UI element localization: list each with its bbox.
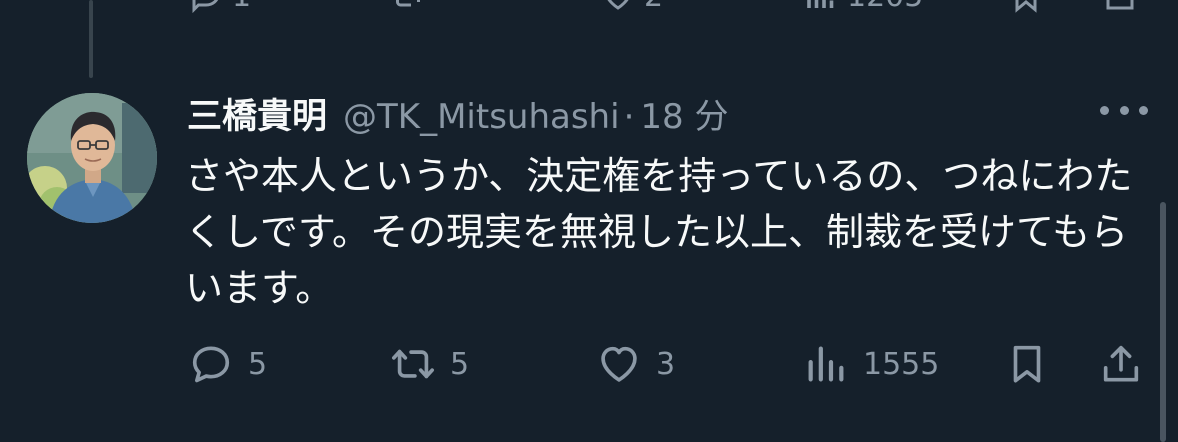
share-icon xyxy=(1103,345,1139,382)
thread-line xyxy=(89,0,93,78)
like-button[interactable]: 3 xyxy=(596,336,675,392)
reply-icon xyxy=(192,0,219,14)
retweet-button[interactable]: 5 xyxy=(390,336,469,392)
view-count: 1555 xyxy=(863,346,940,382)
reply-button[interactable]: 5 xyxy=(188,336,267,392)
reply-count: 5 xyxy=(248,346,268,382)
views-icon xyxy=(807,0,834,8)
tweet-actions: 5 5 3 1555 xyxy=(0,336,1178,392)
prev-like-count: 2 xyxy=(644,0,663,14)
tweet-text: さや本人というか、決定権を持っているの、つねにわたくしです。その現実を無視した以… xyxy=(185,154,1133,310)
retweet-icon xyxy=(392,349,434,379)
scrollbar[interactable] xyxy=(1160,202,1166,442)
bookmark-icon xyxy=(1013,345,1041,383)
retweet-icon xyxy=(396,0,420,7)
prev-view-count: 1205 xyxy=(847,0,923,14)
more-icon xyxy=(1100,105,1109,115)
views-button[interactable]: 1555 xyxy=(803,336,939,392)
share-icon xyxy=(1106,0,1134,10)
share-button[interactable] xyxy=(1098,336,1144,392)
views-icon xyxy=(808,346,844,382)
prev-share-button[interactable] xyxy=(1102,0,1138,14)
prev-bookmark-button[interactable] xyxy=(1008,0,1044,14)
more-options-button[interactable] xyxy=(1100,100,1148,120)
prev-views-button[interactable]: 1205 xyxy=(803,0,923,14)
prev-reply-button[interactable]: 1 xyxy=(188,0,251,14)
tweet-timestamp[interactable]: 18 分 xyxy=(640,89,728,138)
reply-icon xyxy=(192,346,230,383)
tweet-timeline: 1 2 1205 xyxy=(0,0,1178,442)
bookmark-button[interactable] xyxy=(1004,336,1050,392)
heart-icon xyxy=(601,346,637,382)
avatar-photo xyxy=(27,93,157,223)
previous-tweet-actions: 1 2 1205 xyxy=(0,0,1178,14)
author-handle[interactable]: @TK_Mitsuhashi xyxy=(343,97,620,137)
header-separator: · xyxy=(623,97,635,137)
prev-retweet-button[interactable] xyxy=(390,0,426,14)
tweet-header: 三橋貴明 @TK_Mitsuhashi · 18 分 xyxy=(187,88,728,138)
avatar[interactable] xyxy=(27,93,157,223)
heart-icon xyxy=(607,0,629,10)
prev-like-button[interactable]: 2 xyxy=(600,0,663,14)
retweet-count: 5 xyxy=(450,346,470,382)
author-name[interactable]: 三橋貴明 xyxy=(187,88,327,139)
like-count: 3 xyxy=(656,346,676,382)
prev-reply-count: 1 xyxy=(232,0,251,14)
bookmark-icon xyxy=(1015,0,1037,13)
